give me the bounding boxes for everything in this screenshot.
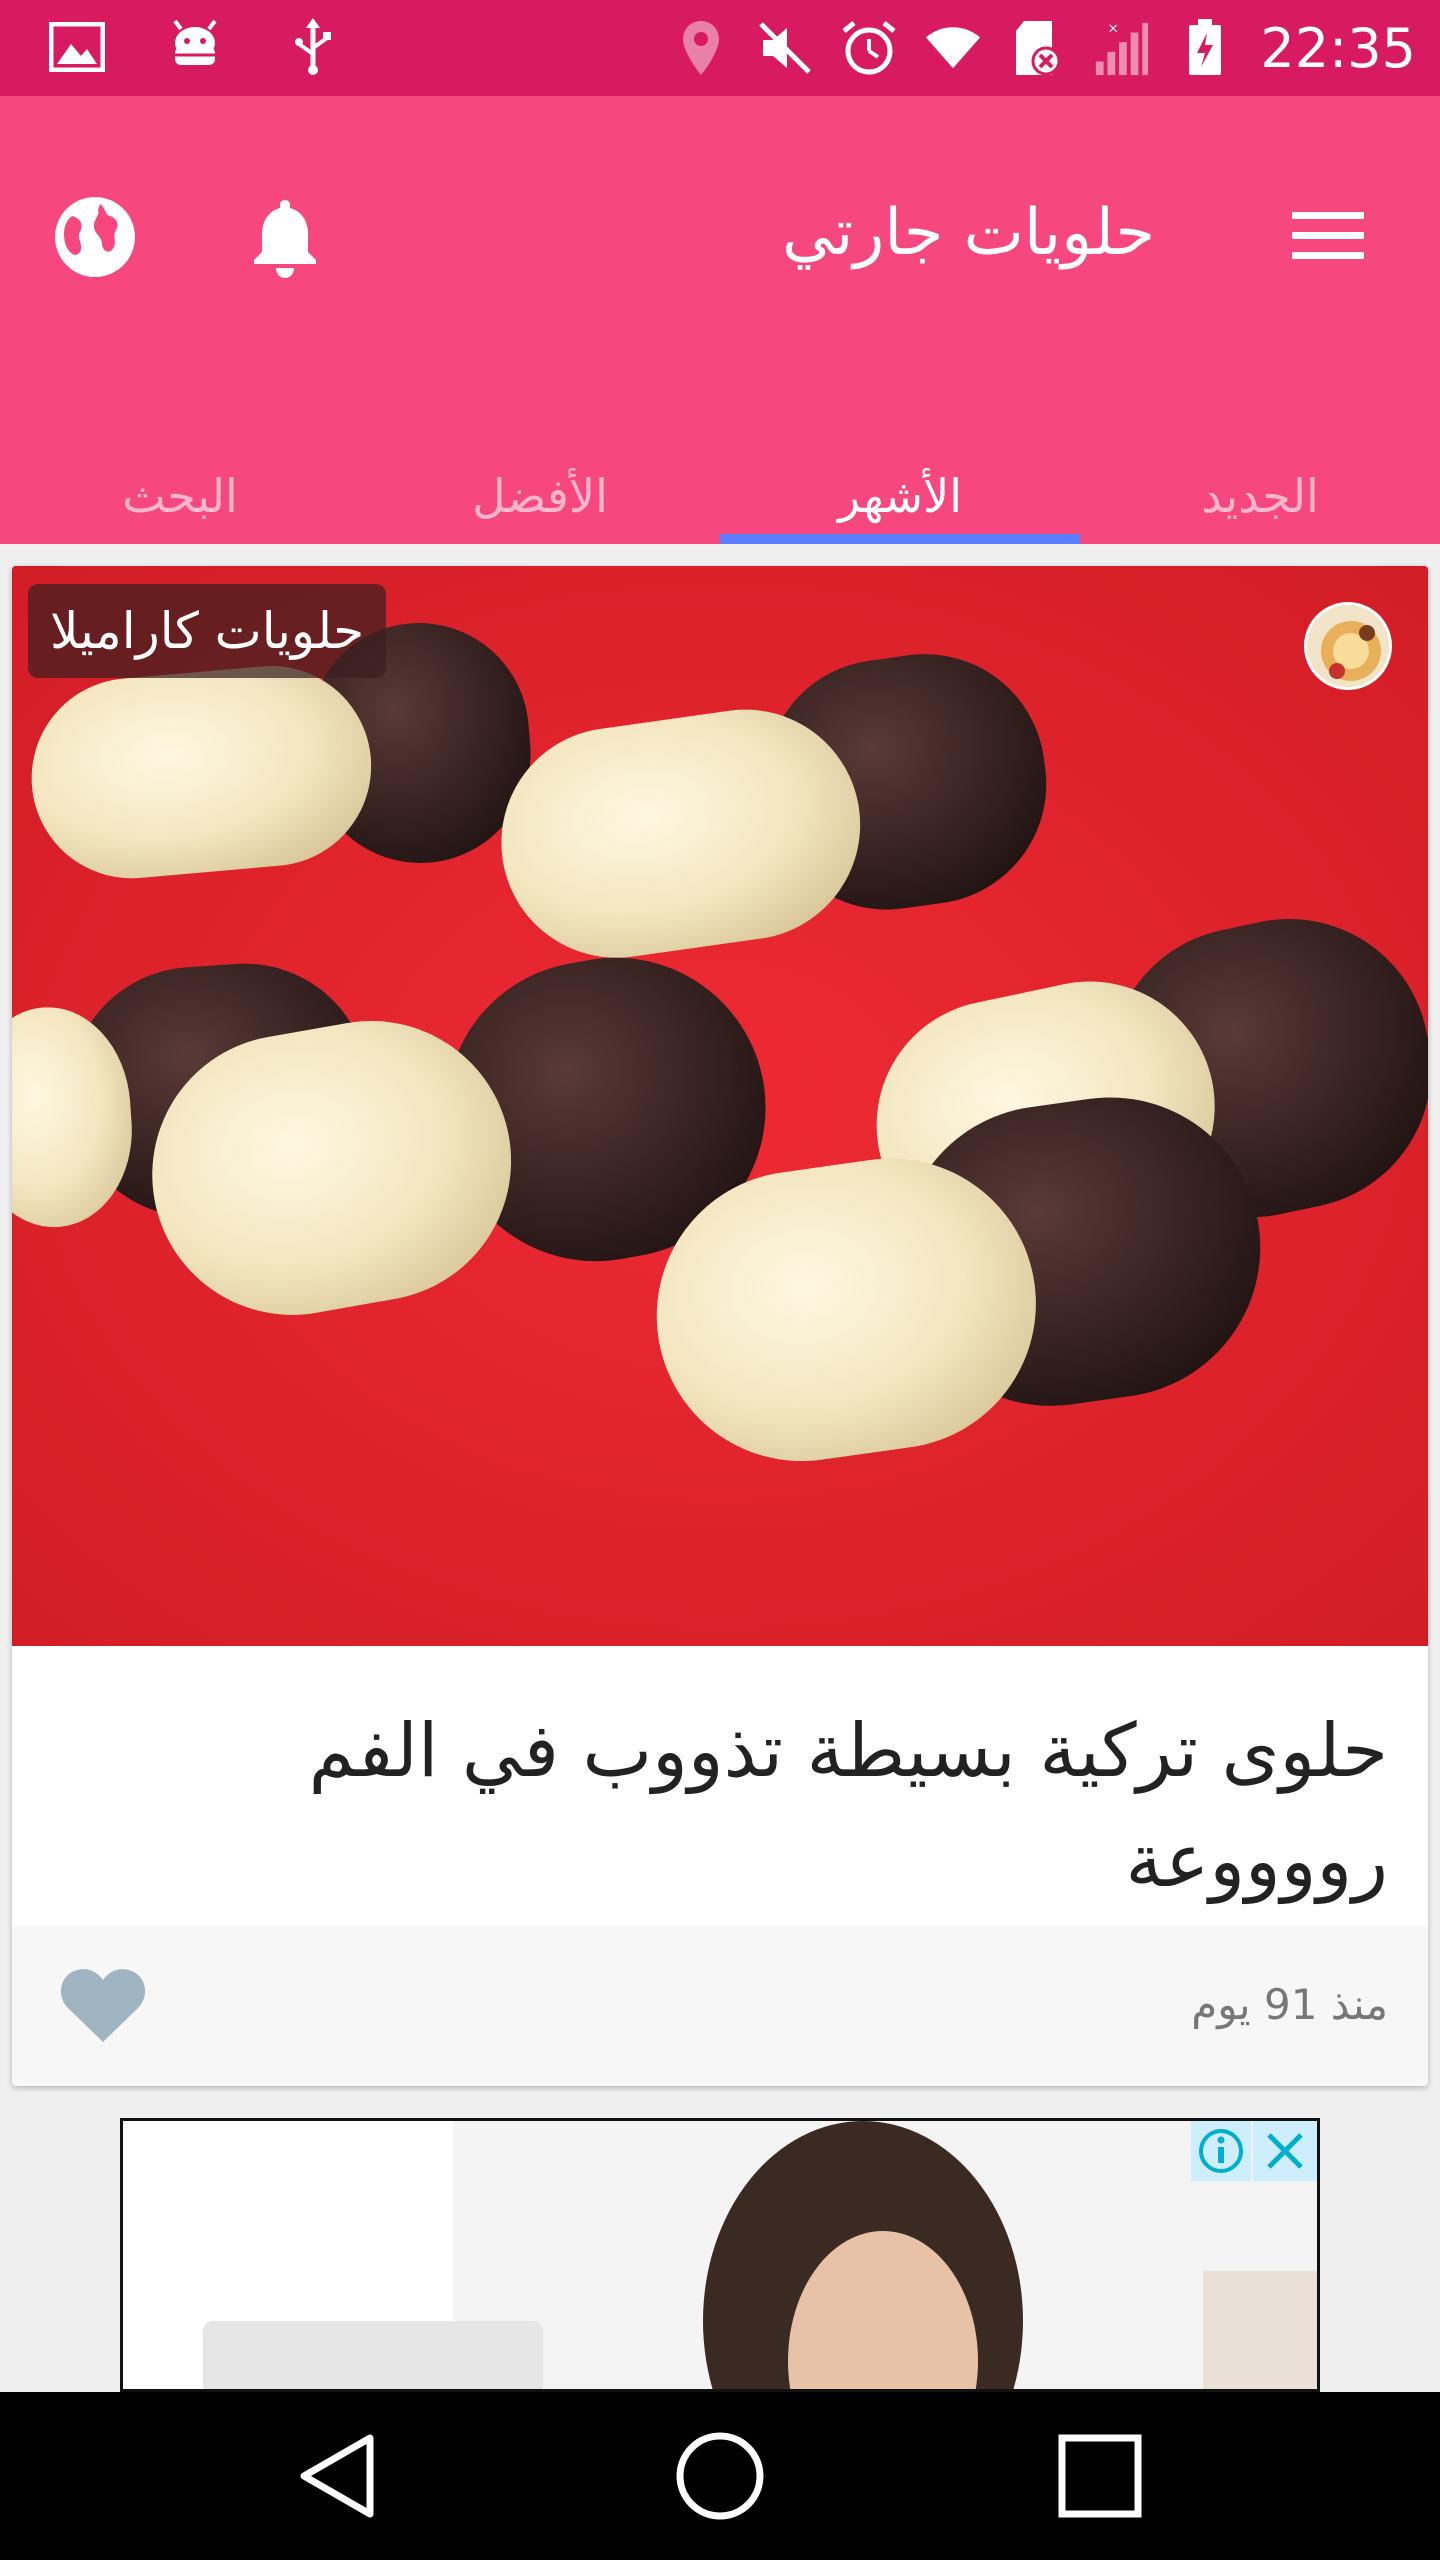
heart-icon[interactable] bbox=[58, 1966, 148, 2046]
close-icon[interactable] bbox=[1253, 2121, 1317, 2181]
tab-indicator bbox=[720, 534, 1080, 544]
ad-banner[interactable] bbox=[120, 2118, 1320, 2392]
android-debug-icon bbox=[166, 18, 224, 76]
post-time: منذ 91 يوم bbox=[1191, 1980, 1388, 2029]
clock: 22:35 bbox=[1260, 16, 1416, 80]
svg-text:×: × bbox=[1108, 21, 1119, 37]
tab-new-label: الجديد bbox=[1201, 469, 1319, 523]
category-label: حلويات كاراميلا bbox=[50, 602, 365, 660]
category-chip[interactable]: حلويات كاراميلا bbox=[28, 584, 387, 678]
tab-best-label: الأفضل bbox=[472, 469, 608, 523]
bell-icon[interactable] bbox=[240, 192, 330, 282]
avatar[interactable] bbox=[1304, 602, 1392, 690]
wifi-icon bbox=[924, 19, 982, 77]
recipe-image[interactable]: حلويات كاراميلا bbox=[12, 566, 1428, 1646]
alarm-icon bbox=[840, 19, 898, 77]
globe-icon[interactable] bbox=[50, 192, 140, 282]
card-footer: منذ 91 يوم bbox=[12, 1926, 1428, 2086]
mute-icon bbox=[756, 19, 814, 77]
recipe-card[interactable]: حلويات كاراميلا حلوى تركية بسيطة تذووب ف… bbox=[12, 566, 1428, 2086]
signal-icon: × bbox=[1092, 19, 1150, 77]
location-icon bbox=[672, 19, 730, 77]
navigation-bar bbox=[0, 2392, 1440, 2560]
sd-card-error-icon bbox=[1008, 19, 1066, 77]
tab-new[interactable]: الجديد bbox=[1080, 448, 1440, 544]
back-icon[interactable] bbox=[290, 2426, 390, 2526]
status-bar: × 22:35 bbox=[0, 0, 1440, 96]
app-bar: حلويات جارتي الجديد الأشهر الأفضل البحث bbox=[0, 96, 1440, 544]
gallery-icon bbox=[48, 18, 106, 76]
tab-best[interactable]: الأفضل bbox=[360, 448, 720, 544]
usb-icon bbox=[284, 18, 342, 76]
tab-popular-label: الأشهر bbox=[837, 469, 963, 523]
recipe-title[interactable]: حلوى تركية بسيطة تذووب في الفم رووووعة bbox=[88, 1696, 1388, 1916]
home-icon[interactable] bbox=[670, 2426, 770, 2526]
recents-icon[interactable] bbox=[1050, 2426, 1150, 2526]
hamburger-menu-icon[interactable] bbox=[1288, 204, 1368, 268]
tab-search[interactable]: البحث bbox=[0, 448, 360, 544]
tab-bar: الجديد الأشهر الأفضل البحث bbox=[0, 448, 1440, 544]
battery-charging-icon bbox=[1176, 19, 1234, 77]
tab-search-label: البحث bbox=[122, 469, 238, 523]
app-title: حلويات جارتي bbox=[782, 196, 1155, 270]
info-icon[interactable] bbox=[1191, 2121, 1251, 2181]
tab-popular[interactable]: الأشهر bbox=[720, 448, 1080, 544]
